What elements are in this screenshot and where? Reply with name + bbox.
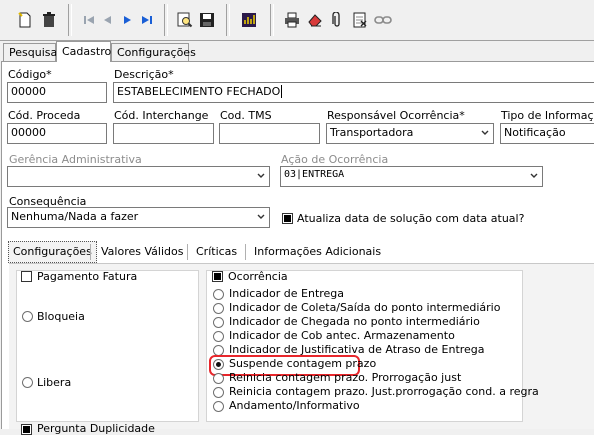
- trash-icon: [43, 12, 55, 27]
- pagamento-fatura-label: Pagamento Fatura: [37, 270, 138, 283]
- previous-record-button[interactable]: [96, 8, 118, 32]
- print-icon: [285, 12, 299, 28]
- chevron-down-icon: [257, 214, 265, 219]
- reinicia-prorrogacao-label: Reinicia contagem prazo. Prorrogação jus…: [229, 371, 462, 384]
- next-record-button[interactable]: [116, 8, 138, 32]
- pagamento-fatura-checkbox[interactable]: [21, 271, 32, 282]
- indicador-chegada-label: Indicador de Chegada no ponto intermediá…: [229, 315, 480, 328]
- toolbar-separator: [226, 4, 230, 36]
- descricao-label: Descrição*: [114, 68, 174, 81]
- save-icon: [200, 13, 214, 27]
- andamento-radio[interactable]: [213, 401, 224, 412]
- delete-button[interactable]: [38, 8, 60, 32]
- acao-select[interactable]: 03|ENTREGA: [280, 166, 543, 187]
- reinicia-cond-regra-label: Reinicia contagem prazo. Just.prorrogaçã…: [229, 385, 539, 398]
- indicador-chegada-radio[interactable]: [213, 317, 224, 328]
- pergunta-duplicidade-checkbox[interactable]: [21, 424, 32, 435]
- indicador-coleta-label: Indicador de Coleta/Saída do ponto inter…: [229, 301, 501, 314]
- responsavel-label: Responsável Ocorrência*: [327, 109, 465, 122]
- gerencia-label: Gerência Administrativa: [9, 153, 142, 166]
- cod-proceda-input[interactable]: 00000: [7, 123, 107, 144]
- subtab-configuracoes[interactable]: Configurações: [8, 241, 97, 263]
- libera-radio[interactable]: [22, 377, 33, 388]
- tipo-info-select[interactable]: Notificação: [500, 123, 594, 144]
- pergunta-duplicidade-label: Pergunta Duplicidade: [37, 422, 155, 435]
- toolbar-separator: [68, 4, 72, 36]
- reinicia-cond-regra-radio[interactable]: [213, 387, 224, 398]
- first-record-icon: [84, 16, 94, 24]
- subtab-separator: [245, 244, 246, 260]
- link-button[interactable]: [372, 8, 394, 32]
- suspende-prazo-radio[interactable]: [213, 359, 224, 370]
- suspende-prazo-label: Suspende contagem prazo: [229, 357, 377, 370]
- atualiza-data-label: Atualiza data de solução com data atual?: [297, 212, 525, 225]
- chevron-down-icon: [481, 130, 489, 135]
- acao-value: 03|ENTREGA: [284, 169, 345, 180]
- tab-cadastro[interactable]: Cadastro: [56, 41, 111, 62]
- ocorrencia-label: Ocorrência: [228, 270, 288, 283]
- responsavel-value: Transportadora: [330, 126, 414, 139]
- spreadsheet-icon: [353, 12, 367, 28]
- spreadsheet-button[interactable]: [349, 8, 371, 32]
- reinicia-prorrogacao-radio[interactable]: [213, 373, 224, 384]
- bloqueia-label: Bloqueia: [37, 310, 85, 323]
- descricao-input[interactable]: ESTABELECIMENTO FECHADO: [113, 82, 594, 103]
- subtab-valores-validos[interactable]: Valores Válidos: [97, 241, 187, 263]
- codigo-label: Código*: [8, 68, 52, 81]
- indicador-entrega-label: Indicador de Entrega: [229, 287, 345, 300]
- save-button[interactable]: [196, 8, 218, 32]
- ocorrencia-checkbox[interactable]: [212, 271, 223, 282]
- responsavel-select[interactable]: Transportadora: [326, 123, 494, 144]
- text-cursor: [281, 85, 283, 98]
- subtab-separator: [90, 244, 91, 260]
- new-document-icon: [18, 12, 31, 28]
- tab-pesquisa[interactable]: Pesquisa: [3, 43, 57, 61]
- search-record-button[interactable]: [174, 8, 196, 32]
- indicador-entrega-radio[interactable]: [213, 289, 224, 300]
- tab-configuracoes[interactable]: Configurações: [111, 43, 196, 61]
- pagamento-group: [16, 270, 199, 422]
- libera-label: Libera: [37, 376, 72, 389]
- toolbar: [0, 0, 594, 41]
- bloqueia-radio[interactable]: [22, 311, 33, 322]
- cod-tms-input[interactable]: [219, 123, 320, 144]
- tipo-info-label: Tipo de Informação*: [501, 109, 594, 122]
- link-icon: [374, 16, 392, 24]
- search-record-icon: [177, 12, 193, 28]
- eraser-button[interactable]: [304, 8, 326, 32]
- print-button[interactable]: [281, 8, 303, 32]
- toolbar-separator: [164, 4, 168, 36]
- report-icon: [242, 13, 256, 27]
- atualiza-data-checkbox[interactable]: [282, 213, 293, 224]
- toolbar-separator: [270, 4, 274, 36]
- attachment-button[interactable]: [326, 8, 348, 32]
- codigo-input[interactable]: 00000: [7, 82, 107, 103]
- consequencia-value: Nenhuma/Nada a fazer: [11, 210, 139, 223]
- subtab-separator: [187, 244, 188, 260]
- chevron-down-icon: [530, 173, 538, 178]
- eraser-icon: [308, 14, 322, 27]
- chevron-down-icon: [257, 173, 265, 178]
- attachment-icon: [332, 12, 340, 27]
- cod-tms-label: Cod. TMS: [220, 109, 272, 122]
- previous-record-icon: [104, 16, 111, 24]
- andamento-label: Andamento/Informativo: [229, 399, 360, 412]
- descricao-value: ESTABELECIMENTO FECHADO: [117, 85, 281, 98]
- indicador-coleta-radio[interactable]: [213, 303, 224, 314]
- indicador-cob-radio[interactable]: [213, 331, 224, 342]
- subtab-criticas[interactable]: Críticas: [192, 241, 241, 263]
- report-button[interactable]: [238, 8, 260, 32]
- cod-interchange-input[interactable]: [113, 123, 214, 144]
- new-document-button[interactable]: [14, 8, 36, 32]
- gerencia-select[interactable]: [7, 166, 270, 187]
- cod-proceda-label: Cód. Proceda: [8, 109, 81, 122]
- subtab-informacoes-adicionais[interactable]: Informações Adicionais: [250, 241, 385, 263]
- cod-interchange-label: Cód. Interchange: [114, 109, 209, 122]
- consequencia-select[interactable]: Nenhuma/Nada a fazer: [7, 207, 270, 228]
- indicador-cob-label: Indicador de Cob antec. Armazenamento: [229, 329, 455, 342]
- next-record-icon: [124, 16, 131, 24]
- last-record-button[interactable]: [136, 8, 158, 32]
- acao-label: Ação de Ocorrência: [281, 153, 389, 166]
- last-record-icon: [142, 16, 152, 24]
